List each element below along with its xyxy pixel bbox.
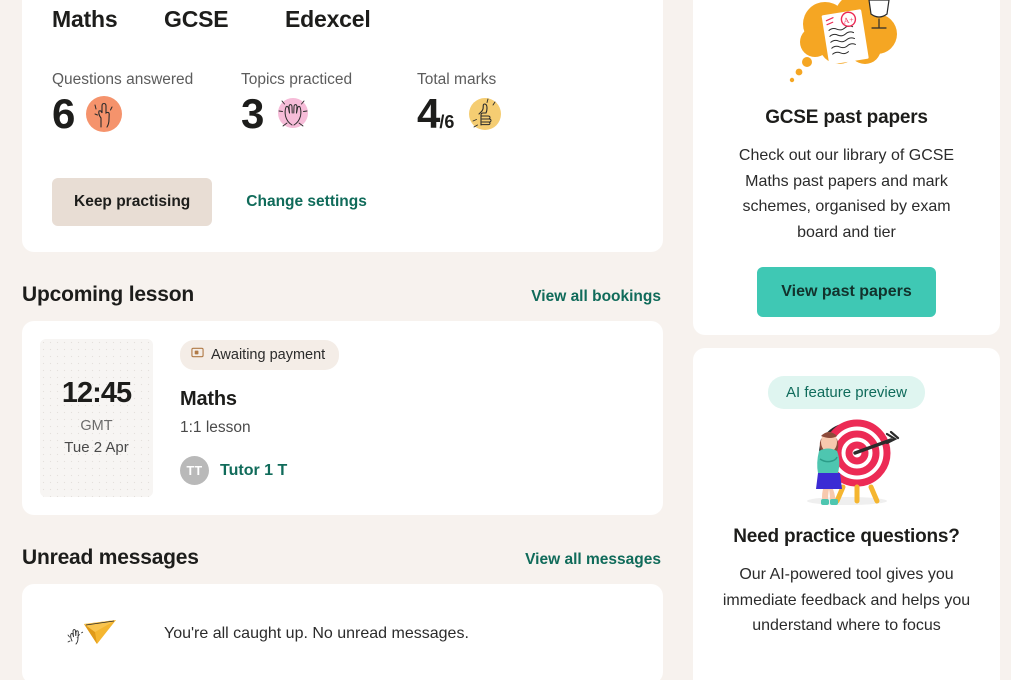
lesson-timezone: GMT: [80, 418, 113, 435]
upcoming-lesson-header: Upcoming lesson View all bookings: [22, 283, 663, 307]
lesson-subject: Maths: [180, 388, 237, 410]
unread-messages-header: Unread messages View all messages: [22, 546, 663, 570]
stat-value-row: 4 /6: [417, 92, 506, 136]
svg-text:A+: A+: [842, 15, 854, 26]
tutor-row: TT Tutor 1 T: [180, 456, 339, 485]
main-column: Maths GCSE Edexcel Questions answered 6: [22, 0, 663, 680]
lesson-type: 1:1 lesson: [180, 419, 251, 436]
stat-value: 6: [52, 90, 75, 138]
payment-card-icon: [191, 346, 204, 364]
pointing-hand-icon: [82, 92, 126, 136]
lesson-time-box: 12:45 GMT Tue 2 Apr: [40, 339, 153, 497]
lesson-date: Tue 2 Apr: [64, 439, 129, 457]
subject-name: Maths: [52, 6, 118, 32]
promo-title: GCSE past papers: [765, 107, 928, 128]
stat-label: Total marks: [417, 71, 497, 88]
keep-practising-button[interactable]: Keep practising: [52, 178, 213, 227]
stats-row: Questions answered 6 Topics practiced 3 …: [52, 71, 633, 136]
sidebar-column: A+ #1 GCSE past papers Check out our lib…: [693, 0, 1000, 680]
thought-bubble-exam-paper-trophy-icon: A+ #1: [777, 0, 917, 92]
status-badge-label: Awaiting payment: [211, 347, 326, 363]
stat-value-row: 3: [241, 92, 417, 136]
stat-denominator: /6: [439, 112, 455, 133]
status-badge: Awaiting payment: [180, 340, 340, 370]
promo-title: Need practice questions?: [733, 526, 960, 547]
subject-exam-board: Edexcel: [285, 6, 371, 32]
stat-total-marks: Total marks 4 /6: [417, 71, 506, 136]
section-title: Upcoming lesson: [22, 283, 195, 306]
stat-questions-answered: Questions answered 6: [52, 71, 241, 136]
lesson-time: 12:45: [61, 377, 132, 410]
stat-label: Topics practiced: [241, 71, 353, 88]
stat-value: 3: [241, 90, 264, 138]
lesson-details: Awaiting payment Maths 1:1 lesson TT Tut…: [153, 339, 340, 497]
promo-body: Our AI-powered tool gives you immediate …: [722, 566, 971, 635]
stat-value-row: 6: [52, 92, 241, 136]
subject-header-row: Maths GCSE Edexcel: [52, 6, 633, 33]
summary-actions: Keep practising Change settings: [52, 178, 633, 227]
thumbs-up-icon: [462, 92, 506, 136]
svg-text:#1: #1: [874, 0, 883, 1]
high-five-hands-icon: [271, 92, 315, 136]
empty-messages-text: You're all caught up. No unread messages…: [164, 625, 469, 642]
tutor-name-link[interactable]: Tutor 1 T: [220, 462, 287, 480]
view-past-papers-button[interactable]: View past papers: [757, 267, 936, 318]
view-all-messages-link[interactable]: View all messages: [525, 551, 661, 569]
avatar: TT: [180, 456, 209, 485]
upcoming-lesson-card[interactable]: 12:45 GMT Tue 2 Apr Awaiting payment Mat…: [22, 321, 663, 515]
view-all-bookings-link[interactable]: View all bookings: [531, 288, 661, 306]
ai-practice-promo-card: AI feature preview Need practice questio…: [693, 348, 1000, 680]
section-title: Unread messages: [22, 546, 199, 569]
subject-summary-card: Maths GCSE Edexcel Questions answered 6: [22, 0, 663, 252]
subject-level: GCSE: [164, 6, 229, 32]
promo-body: Check out our library of GCSE Maths past…: [738, 147, 955, 241]
stat-value: 4: [417, 90, 440, 138]
ai-feature-preview-badge: AI feature preview: [768, 376, 925, 409]
dashboard-page: Maths GCSE Edexcel Questions answered 6: [0, 0, 1011, 680]
unread-messages-card: You're all caught up. No unread messages…: [22, 584, 663, 680]
past-papers-promo-card: A+ #1 GCSE past papers Check out our lib…: [693, 0, 1000, 335]
stat-topics-practiced: Topics practiced 3: [241, 71, 417, 136]
girl-with-dartboard-target-icon: [787, 419, 907, 511]
stat-label: Questions answered: [52, 71, 194, 88]
paper-plane-icon: [64, 608, 124, 660]
change-settings-link[interactable]: Change settings: [246, 193, 367, 211]
